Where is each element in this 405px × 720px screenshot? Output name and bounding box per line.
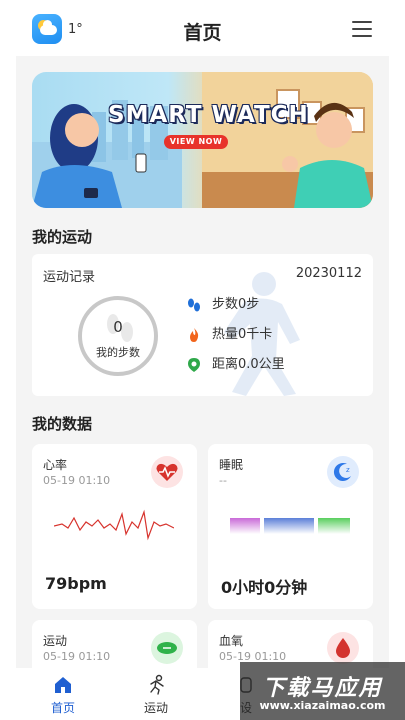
location-pin-icon <box>188 358 200 372</box>
blood-oxygen-card[interactable]: 血氧 05-19 01:10 <box>208 620 373 668</box>
steps-value: 0 <box>113 318 123 336</box>
sport-card[interactable]: 运动 05-19 01:10 <box>32 620 197 668</box>
blood-drop-icon <box>327 632 359 664</box>
heart-rate-icon <box>151 456 183 488</box>
card-time: -- <box>219 474 227 487</box>
heart-rate-card[interactable]: 心率 05-19 01:10 79bpm <box>32 444 197 609</box>
card-time: 05-19 01:10 <box>43 474 111 487</box>
my-sport-heading: 我的运动 <box>32 228 93 246</box>
nav-home[interactable]: 首页 <box>33 674 93 718</box>
flame-icon <box>190 328 199 342</box>
nav-home-label: 首页 <box>50 701 75 715</box>
hamburger-menu-icon[interactable] <box>352 20 372 38</box>
card-time: 05-19 01:10 <box>43 650 111 663</box>
record-label: 运动记录 <box>43 270 96 285</box>
page-title: 首页 <box>183 22 222 44</box>
stat-distance-text: 距离0.0公里 <box>212 357 285 372</box>
card-title: 睡眠 <box>219 458 244 472</box>
top-bar: 1° 首页 <box>0 0 405 56</box>
card-title: 运动 <box>43 634 68 648</box>
nav-sport-label: 运动 <box>143 701 168 715</box>
watermark-url: www.xiazaimao.com <box>259 699 386 712</box>
my-data-heading: 我的数据 <box>32 415 93 433</box>
stat-calories-text: 热量0千卡 <box>212 327 273 342</box>
home-icon <box>55 677 71 693</box>
exercise-record-card[interactable]: 运动记录 20230112 0 我的步数 步数0步 热量0千卡 距离0.0公里 <box>32 254 373 396</box>
card-title: 血氧 <box>219 634 244 648</box>
sleep-value: 0小时0分钟 <box>221 578 308 597</box>
step-count-ring[interactable]: 0 我的步数 <box>78 296 158 376</box>
sleep-card[interactable]: 睡眠 -- z 0小时0分钟 <box>208 444 373 609</box>
heart-rate-value: 79bpm <box>45 574 107 593</box>
watermark-main: 下载马应用 <box>262 676 383 701</box>
card-title: 心率 <box>43 458 68 472</box>
home-content: SMART WATCH VIEW NOW 我的运动 运动记录 20230112 … <box>16 56 389 668</box>
footprints-icon <box>188 298 200 312</box>
stat-steps-text: 步数0步 <box>212 297 260 312</box>
carousel-dots[interactable] <box>186 200 207 208</box>
moon-sleep-icon: z <box>327 456 359 488</box>
running-icon <box>150 674 164 695</box>
site-watermark: 下载马应用 www.xiazaimao.com <box>240 662 405 720</box>
steps-caption: 我的步数 <box>96 346 140 359</box>
svg-text:z: z <box>346 466 350 474</box>
banner-headline: SMART WATCH <box>108 102 309 128</box>
view-now-button[interactable]: VIEW NOW <box>164 135 228 149</box>
smart-watch-banner[interactable]: SMART WATCH VIEW NOW <box>32 72 373 208</box>
nav-sport[interactable]: 运动 <box>126 674 186 718</box>
heart-rate-waveform <box>54 509 174 541</box>
sleep-stage-bars <box>230 518 350 534</box>
sport-ball-icon <box>151 632 183 664</box>
